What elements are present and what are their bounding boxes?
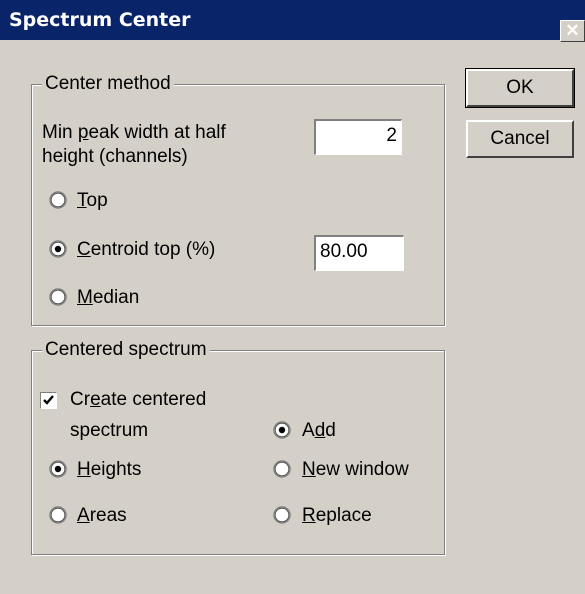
- window-title: Spectrum Center: [9, 9, 191, 31]
- spectrum-center-dialog: Spectrum Center ✕ OK Cancel Center metho…: [0, 0, 585, 594]
- radio-new-window[interactable]: [273, 460, 291, 478]
- min-peak-width-label: Min peak width at half: [42, 122, 226, 143]
- centered-spectrum-legend: Centered spectrum: [42, 339, 210, 361]
- cancel-button[interactable]: Cancel: [466, 120, 574, 158]
- radio-new-window-label[interactable]: New window: [302, 459, 409, 481]
- centroid-top-input[interactable]: 80.00: [314, 235, 404, 271]
- radio-areas-label[interactable]: Areas: [77, 505, 127, 527]
- radio-top[interactable]: [49, 191, 67, 209]
- radio-centroid-top-label[interactable]: Centroid top (%): [77, 239, 215, 261]
- radio-add-label[interactable]: Add: [302, 420, 336, 442]
- radio-top-label[interactable]: Top: [77, 190, 108, 212]
- radio-button-icon: [49, 191, 67, 209]
- close-button[interactable]: ✕: [560, 20, 585, 42]
- radio-button-icon: [273, 460, 291, 478]
- radio-button-icon: [49, 506, 67, 524]
- radio-heights-label[interactable]: Heights: [77, 459, 141, 481]
- radio-button-icon: [49, 460, 67, 478]
- center-method-legend: Center method: [42, 73, 174, 95]
- create-centered-label-line2[interactable]: spectrum: [70, 420, 148, 442]
- create-centered-checkbox[interactable]: [40, 392, 57, 409]
- checkmark-icon: [43, 395, 54, 405]
- radio-button-icon: [273, 421, 291, 439]
- create-centered-label[interactable]: Create centered: [70, 389, 206, 411]
- radio-button-icon: [49, 288, 67, 306]
- radio-replace-label[interactable]: Replace: [302, 505, 372, 527]
- radio-centroid-top[interactable]: [49, 240, 67, 258]
- title-bar: Spectrum Center ✕: [0, 0, 585, 42]
- radio-areas[interactable]: [49, 506, 67, 524]
- close-icon: ✕: [565, 21, 580, 40]
- radio-median[interactable]: [49, 288, 67, 306]
- radio-heights[interactable]: [49, 460, 67, 478]
- min-peak-width-input[interactable]: 2: [314, 119, 402, 155]
- radio-button-icon: [49, 240, 67, 258]
- min-peak-width-label-line2: height (channels): [42, 146, 188, 167]
- radio-median-label[interactable]: Median: [77, 287, 139, 309]
- radio-replace[interactable]: [273, 506, 291, 524]
- radio-button-icon: [273, 506, 291, 524]
- radio-add[interactable]: [273, 421, 291, 439]
- ok-button[interactable]: OK: [465, 68, 575, 108]
